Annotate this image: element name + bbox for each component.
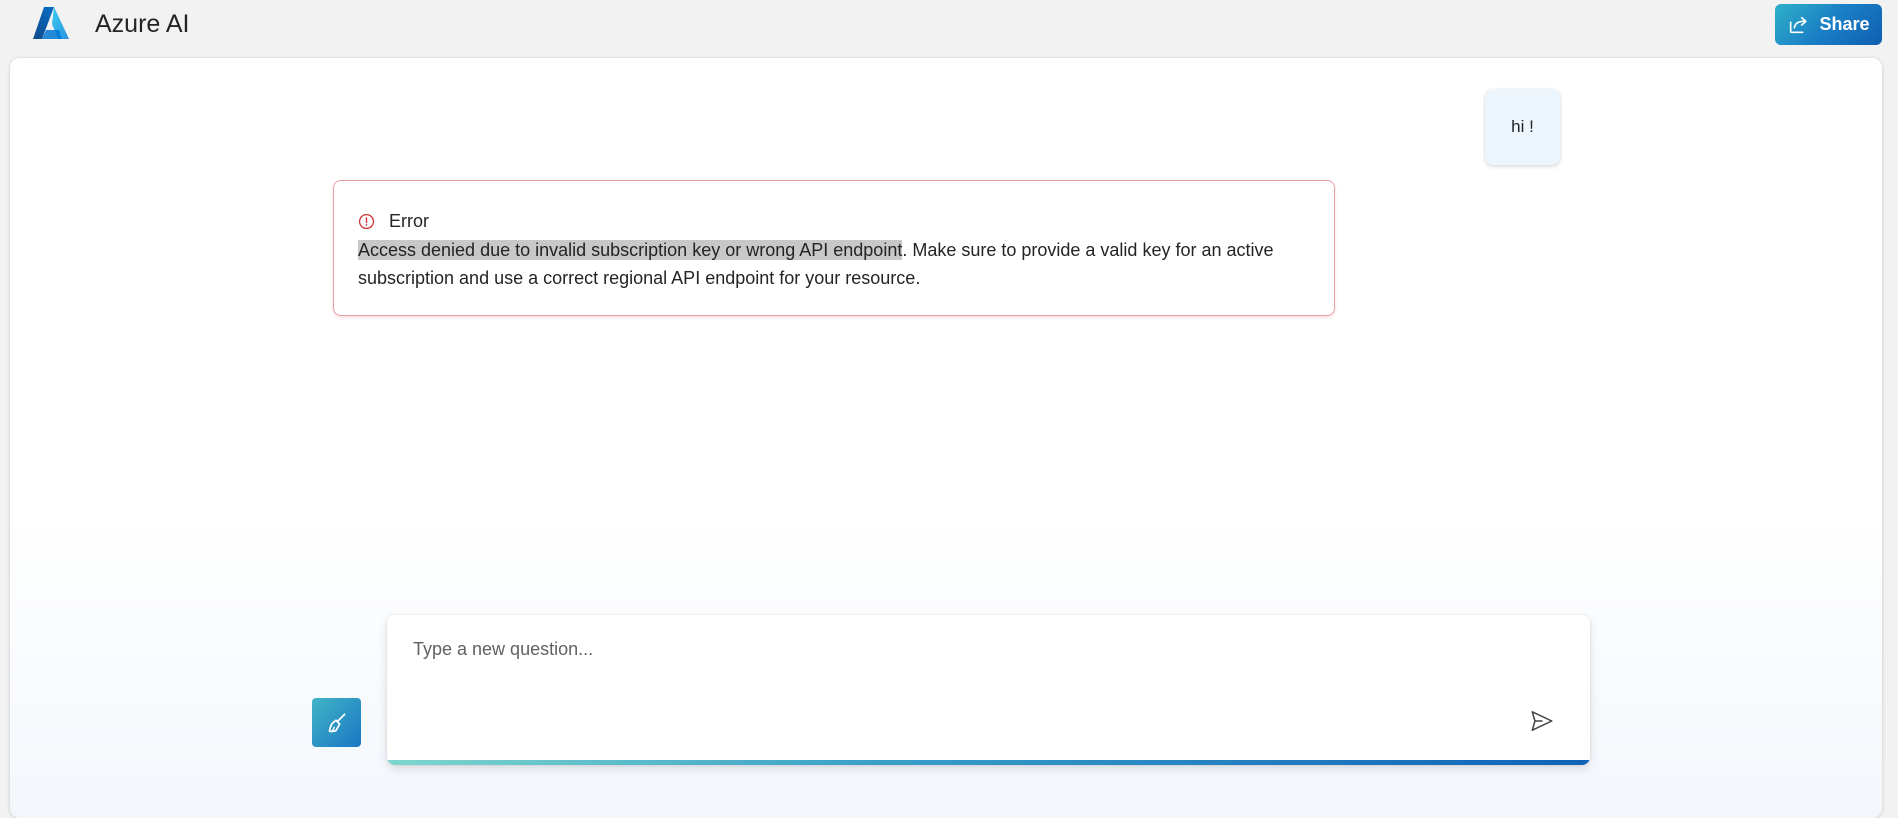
share-icon xyxy=(1790,16,1808,33)
send-button[interactable] xyxy=(1527,706,1557,736)
clear-chat-button[interactable] xyxy=(312,698,361,747)
send-icon xyxy=(1531,711,1553,731)
error-text: Access denied due to invalid subscriptio… xyxy=(358,236,1310,292)
error-message-card: Error Access denied due to invalid subsc… xyxy=(333,180,1335,316)
error-title: Error xyxy=(389,210,429,231)
error-circle-icon xyxy=(358,213,375,229)
app-header: Azure AI Share xyxy=(0,0,1898,58)
question-input[interactable] xyxy=(411,633,1515,665)
user-message-bubble: hi ! xyxy=(1485,89,1560,165)
app-title: Azure AI xyxy=(95,10,190,38)
share-label: Share xyxy=(1819,14,1870,34)
composer-accent-bar xyxy=(387,760,1590,765)
question-composer xyxy=(387,615,1590,765)
azure-logo-icon xyxy=(32,6,70,40)
user-message-text: hi ! xyxy=(1511,117,1534,136)
error-text-highlighted: Access denied due to invalid subscriptio… xyxy=(358,240,903,260)
error-header: Error xyxy=(358,209,1310,233)
broom-icon xyxy=(328,712,345,732)
share-button[interactable]: Share xyxy=(1775,4,1882,45)
